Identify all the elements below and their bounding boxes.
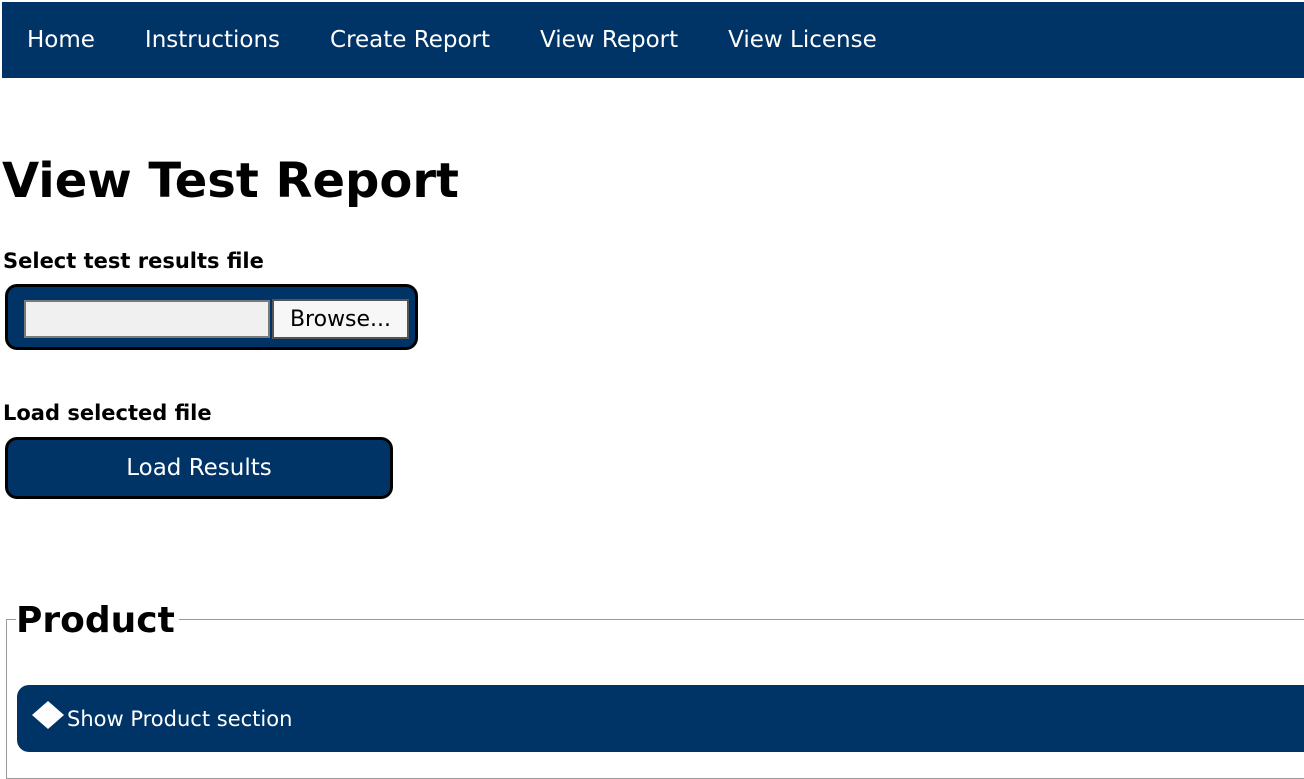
top-navbar: Home Instructions Create Report View Rep…	[2, 2, 1304, 78]
file-input-container: Browse...	[5, 284, 418, 350]
load-file-label: Load selected file	[3, 401, 212, 425]
show-product-section-toggle[interactable]: Show Product section	[17, 685, 1304, 752]
nav-create-report-link[interactable]: Create Report	[330, 27, 490, 53]
file-path-field[interactable]	[24, 300, 270, 338]
nav-view-report-link[interactable]: View Report	[540, 27, 678, 53]
diamond-expand-icon	[31, 700, 65, 730]
browse-button[interactable]: Browse...	[272, 299, 409, 339]
toggle-label: Show Product section	[67, 706, 293, 731]
load-results-button[interactable]: Load Results	[5, 437, 393, 499]
product-legend: Product	[16, 600, 179, 642]
nav-home-link[interactable]: Home	[27, 27, 95, 53]
page-title: View Test Report	[2, 153, 459, 209]
nav-instructions-link[interactable]: Instructions	[145, 27, 280, 53]
nav-view-license-link[interactable]: View License	[728, 27, 877, 53]
file-select-label: Select test results file	[3, 249, 264, 273]
